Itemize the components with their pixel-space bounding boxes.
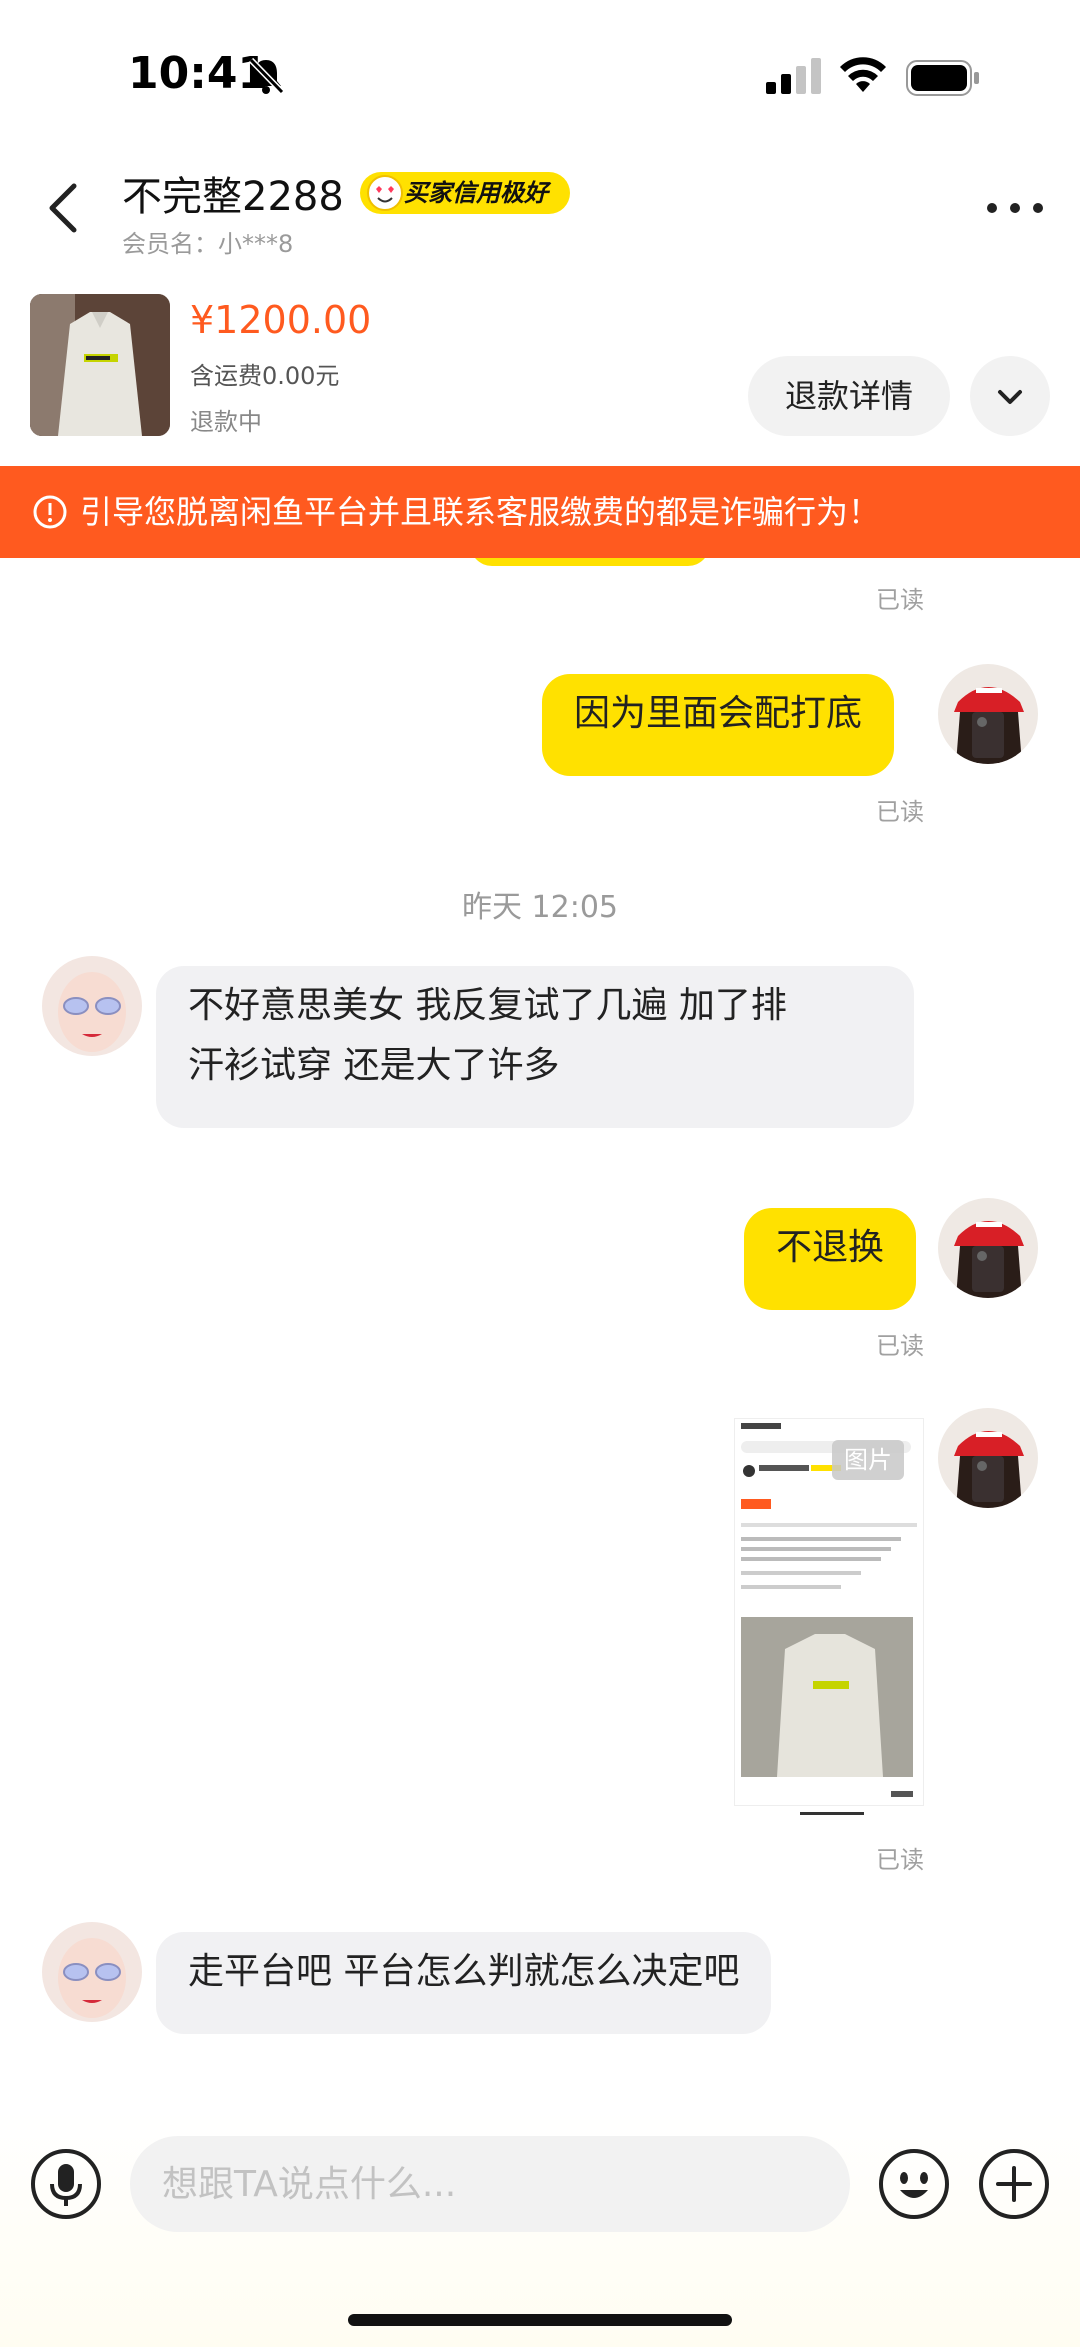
more-options-icon[interactable] — [980, 188, 1050, 228]
image-handle — [800, 1812, 864, 1815]
read-receipt: 已读 — [876, 798, 924, 826]
alert-circle-icon — [33, 495, 67, 529]
message-text: 因为里面会配打底 — [574, 693, 863, 734]
bell-off-icon — [248, 57, 285, 95]
fraud-warning-banner: 引导您脱离闲鱼平台并且联系客服缴费的都是诈骗行为！ — [0, 466, 1080, 558]
message-text-line: 汗衫试穿 还是大了许多 — [188, 1045, 560, 1086]
member-name: 会员名：小***8 — [122, 230, 294, 258]
wifi-icon — [840, 57, 886, 92]
avatar-glasses-image — [42, 956, 142, 1056]
credit-badge-label: 买家信用极好 — [404, 179, 548, 207]
product-price: ¥1200.00 — [190, 298, 372, 342]
avatar-red-cap-image — [938, 1198, 1038, 1298]
message-text: 走平台吧 平台怎么判就怎么决定吧 — [188, 1951, 740, 1992]
expand-button[interactable] — [970, 356, 1050, 436]
emoji-icon[interactable] — [878, 2148, 950, 2220]
image-tag: 图片 — [832, 1440, 904, 1480]
read-receipt: 已读 — [876, 1846, 924, 1874]
message-timestamp: 昨天 12:05 — [462, 890, 618, 925]
my-avatar[interactable] — [938, 664, 1038, 764]
message-input[interactable] — [130, 2136, 850, 2232]
my-avatar[interactable] — [938, 1408, 1038, 1508]
signal-icon — [766, 58, 821, 94]
other-avatar[interactable] — [42, 1922, 142, 2022]
message-text-line: 不好意思美女 我反复试了几遍 加了排 — [188, 985, 787, 1026]
microphone-icon[interactable] — [30, 2148, 102, 2220]
home-indicator — [348, 2314, 732, 2326]
shipping-fee: 含运费0.00元 — [190, 362, 340, 390]
smile-heart-eyes-icon — [367, 175, 403, 211]
my-avatar[interactable] — [938, 1198, 1038, 1298]
message-bubble-other[interactable]: 不好意思美女 我反复试了几遍 加了排 汗衫试穿 还是大了许多 — [156, 966, 914, 1128]
chevron-down-icon — [998, 390, 1022, 404]
avatar-glasses-image — [42, 1922, 142, 2022]
other-avatar[interactable] — [42, 956, 142, 1056]
battery-icon — [906, 60, 979, 96]
avatar-red-cap-image — [938, 1408, 1038, 1508]
message-text: 不退换 — [776, 1227, 885, 1268]
credit-badge: 买家信用极好 — [360, 172, 570, 214]
fraud-warning-text: 引导您脱离闲鱼平台并且联系客服缴费的都是诈骗行为！ — [80, 493, 881, 531]
back-button[interactable] — [38, 178, 88, 238]
refund-status: 退款中 — [190, 408, 262, 436]
sweater-image — [30, 294, 170, 436]
message-bubble-mine[interactable]: 不退换 — [744, 1208, 917, 1310]
read-receipt: 已读 — [876, 586, 924, 614]
status-bar: 10:41 — [0, 0, 1080, 150]
product-thumbnail[interactable] — [30, 294, 170, 436]
plus-icon[interactable] — [978, 2148, 1050, 2220]
avatar-red-cap-image — [938, 664, 1038, 764]
chat-title: 不完整2288 — [122, 174, 344, 220]
read-receipt: 已读 — [876, 1332, 924, 1360]
message-bubble-other[interactable]: 走平台吧 平台怎么判就怎么决定吧 — [156, 1932, 772, 2034]
refund-detail-button[interactable]: 退款详情 — [748, 356, 950, 436]
message-bubble-mine[interactable]: 因为里面会配打底 — [542, 674, 895, 776]
